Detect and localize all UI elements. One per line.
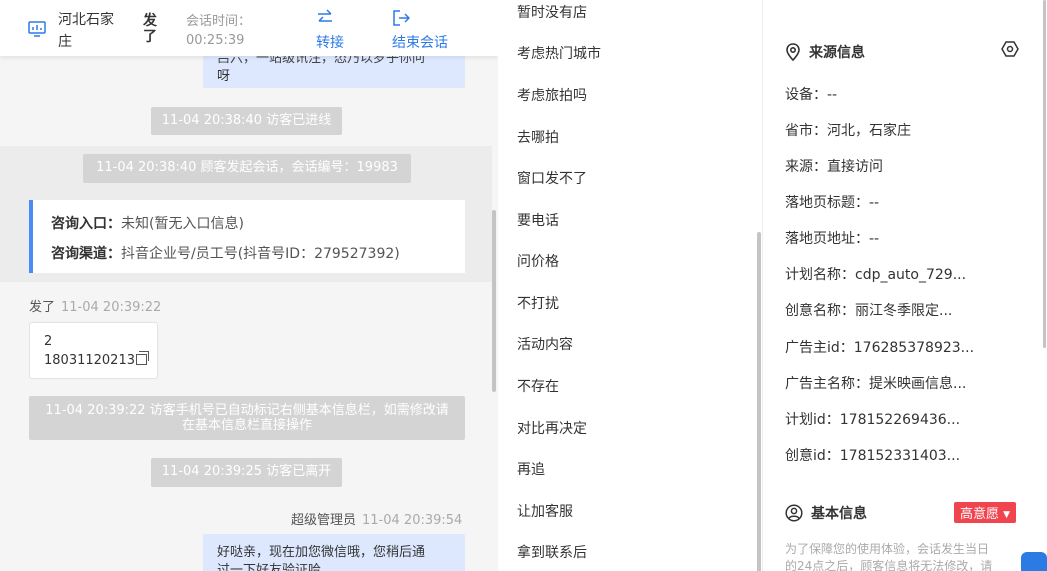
message-text: 过一下好友验证哈 xyxy=(217,563,322,571)
field-plan-id: 计划id：178152269436... xyxy=(785,412,961,428)
system-message: 11-04 20:38:40 顾客发起会话，会话编号：19983 xyxy=(83,154,411,183)
quick-reply-item[interactable]: 对比再决定 xyxy=(517,418,587,438)
field-landing-title: 落地页标题：-- xyxy=(785,195,880,211)
message-time: 11-04 20:39:54 xyxy=(362,513,463,528)
system-message: 11-04 20:38:40 访客已进线 xyxy=(151,107,342,135)
consult-info-card: 咨询入口：未知(暂无入口信息) 咨询渠道：抖音企业号/员工号(抖音号ID：279… xyxy=(29,200,465,273)
quick-reply-item[interactable]: 再追 xyxy=(517,459,545,479)
message-text: 呀 xyxy=(217,69,231,84)
quick-reply-item[interactable]: 去哪拍 xyxy=(517,127,559,147)
consult-channel-row: 咨询渠道：抖音企业号/员工号(抖音号ID：279527392) xyxy=(51,239,465,269)
chat-scrollbar[interactable] xyxy=(492,210,496,392)
end-session-label: 结束会话 xyxy=(392,35,448,51)
transfer-label: 转接 xyxy=(316,35,344,51)
chat-float-button[interactable] xyxy=(1021,552,1047,571)
quick-reply-item[interactable]: 考虑热门城市 xyxy=(517,43,601,63)
visitor-name: 发了 xyxy=(143,13,157,45)
intent-badge-label: 高意愿 xyxy=(960,507,1000,522)
quick-reply-item[interactable]: 要电话 xyxy=(517,210,559,230)
field-advertiser-name: 广告主名称：提米映画信息... xyxy=(785,376,967,392)
field-plan-name: 计划名称：cdp_auto_729... xyxy=(785,267,967,283)
consult-entry-value: 未知(暂无入口信息) xyxy=(121,216,244,232)
exit-icon xyxy=(393,10,410,26)
consult-channel-value: 抖音企业号/员工号(抖音号ID：279527392) xyxy=(121,246,400,262)
consult-channel-key: 咨询渠道： xyxy=(51,246,121,262)
caret-down-icon: ▼ xyxy=(1003,510,1011,520)
quick-reply-item[interactable]: 活动内容 xyxy=(517,334,573,354)
quick-reply-item[interactable]: 拿到联系后 xyxy=(517,542,587,562)
phone-line: 2 xyxy=(44,334,53,349)
basic-info-title: 基本信息 xyxy=(785,503,867,523)
field-advertiser-id: 广告主id：176285378923... xyxy=(785,340,975,356)
quick-reply-scrollbar[interactable] xyxy=(757,232,761,571)
quick-reply-item[interactable]: 窗口发不了 xyxy=(517,168,587,188)
info-scrollbar[interactable] xyxy=(1043,0,1046,348)
intent-badge[interactable]: 高意愿 ▼ xyxy=(954,502,1017,523)
system-message: 11-04 20:39:25 访客已离开 xyxy=(151,458,342,487)
quick-reply-item[interactable]: 不打扰 xyxy=(517,293,559,313)
visitor-message-meta: 发了 11-04 20:39:22 xyxy=(29,296,161,315)
field-creative-name: 创意名称：丽江冬季限定... xyxy=(785,303,953,319)
consult-entry-key: 咨询入口： xyxy=(51,216,121,232)
message-text: 好哒亲，现在加您微信哦，您稍后通 xyxy=(217,545,426,560)
settings-icon[interactable] xyxy=(1001,40,1019,58)
transfer-button[interactable]: 转接 xyxy=(316,8,344,52)
quick-reply-list: 暂时没有店 考虑热门城市 考虑旅拍吗 去哪拍 窗口发不了 要电话 问价格 不打扰… xyxy=(498,0,763,571)
quick-reply-item[interactable]: 让加客服 xyxy=(517,501,573,521)
end-session-button[interactable]: 结束会话 xyxy=(392,8,448,52)
note-line: 为了保障您的使用体验，会话发生当日 xyxy=(785,542,990,556)
copy-icon[interactable] xyxy=(135,351,149,365)
field-device: 设备：-- xyxy=(785,87,838,103)
basic-info-note: 为了保障您的使用体验，会话发生当日 的24点之后，顾客信息将无法修改，请 xyxy=(785,541,1013,571)
phone-number-row: 18031120213 xyxy=(44,351,157,370)
agent-message-bubble: 好哒亲，现在加您微信哦，您稍后通 过一下好友验证哈 xyxy=(203,534,465,571)
quick-reply-item[interactable]: 不存在 xyxy=(517,376,559,396)
user-circle-icon xyxy=(785,504,803,522)
agent-name: 超级管理员 xyxy=(291,513,357,528)
monitor-icon xyxy=(28,21,46,37)
location-icon xyxy=(786,43,800,62)
chat-panel: 吕六，一站级讯注，怂乃以罗乎你问 呀 11-04 20:38:40 访客已进线 … xyxy=(0,0,498,571)
session-time-value: 00:25:39 xyxy=(186,33,245,48)
quick-reply-item[interactable]: 问价格 xyxy=(517,251,559,271)
quick-reply-item[interactable]: 暂时没有店 xyxy=(517,2,587,22)
basic-info-title-text: 基本信息 xyxy=(811,506,867,522)
field-source: 来源：直接访问 xyxy=(785,159,883,175)
visitor-region: 河北石家庄 xyxy=(58,12,114,50)
quick-reply-item[interactable]: 考虑旅拍吗 xyxy=(517,85,587,105)
field-landing-url: 落地页地址：-- xyxy=(785,231,880,247)
transfer-icon xyxy=(318,9,332,22)
system-message: 11-04 20:39:22 访客手机号已自动标记右侧基本信息栏，如需修改请在基… xyxy=(29,396,465,440)
agent-message-meta: 超级管理员 11-04 20:39:54 xyxy=(291,509,462,528)
visitor-name: 发了 xyxy=(29,300,56,315)
consult-entry-row: 咨询入口：未知(暂无入口信息) xyxy=(51,209,465,239)
field-creative-id: 创意id：178152331403... xyxy=(785,448,961,464)
session-time-label: 会话时间： xyxy=(186,14,252,29)
chat-header: 河北石家庄 发了 会话时间： 00:25:39 转接 结束会话 xyxy=(0,0,498,56)
phone-message-card: 2 18031120213 xyxy=(29,322,158,379)
message-time: 11-04 20:39:22 xyxy=(61,300,162,315)
source-info-title-text: 来源信息 xyxy=(809,45,865,61)
source-info-title: 来源信息 xyxy=(785,42,865,62)
field-province-city: 省市：河北，石家庄 xyxy=(785,123,911,139)
phone-number: 18031120213 xyxy=(44,353,135,368)
visitor-info-panel: 来源信息 设备：-- 省市：河北，石家庄 来源：直接访问 落地页标题：-- 落地… xyxy=(763,0,1047,571)
note-line: 的24点之后，顾客信息将无法修改，请 xyxy=(785,559,993,571)
